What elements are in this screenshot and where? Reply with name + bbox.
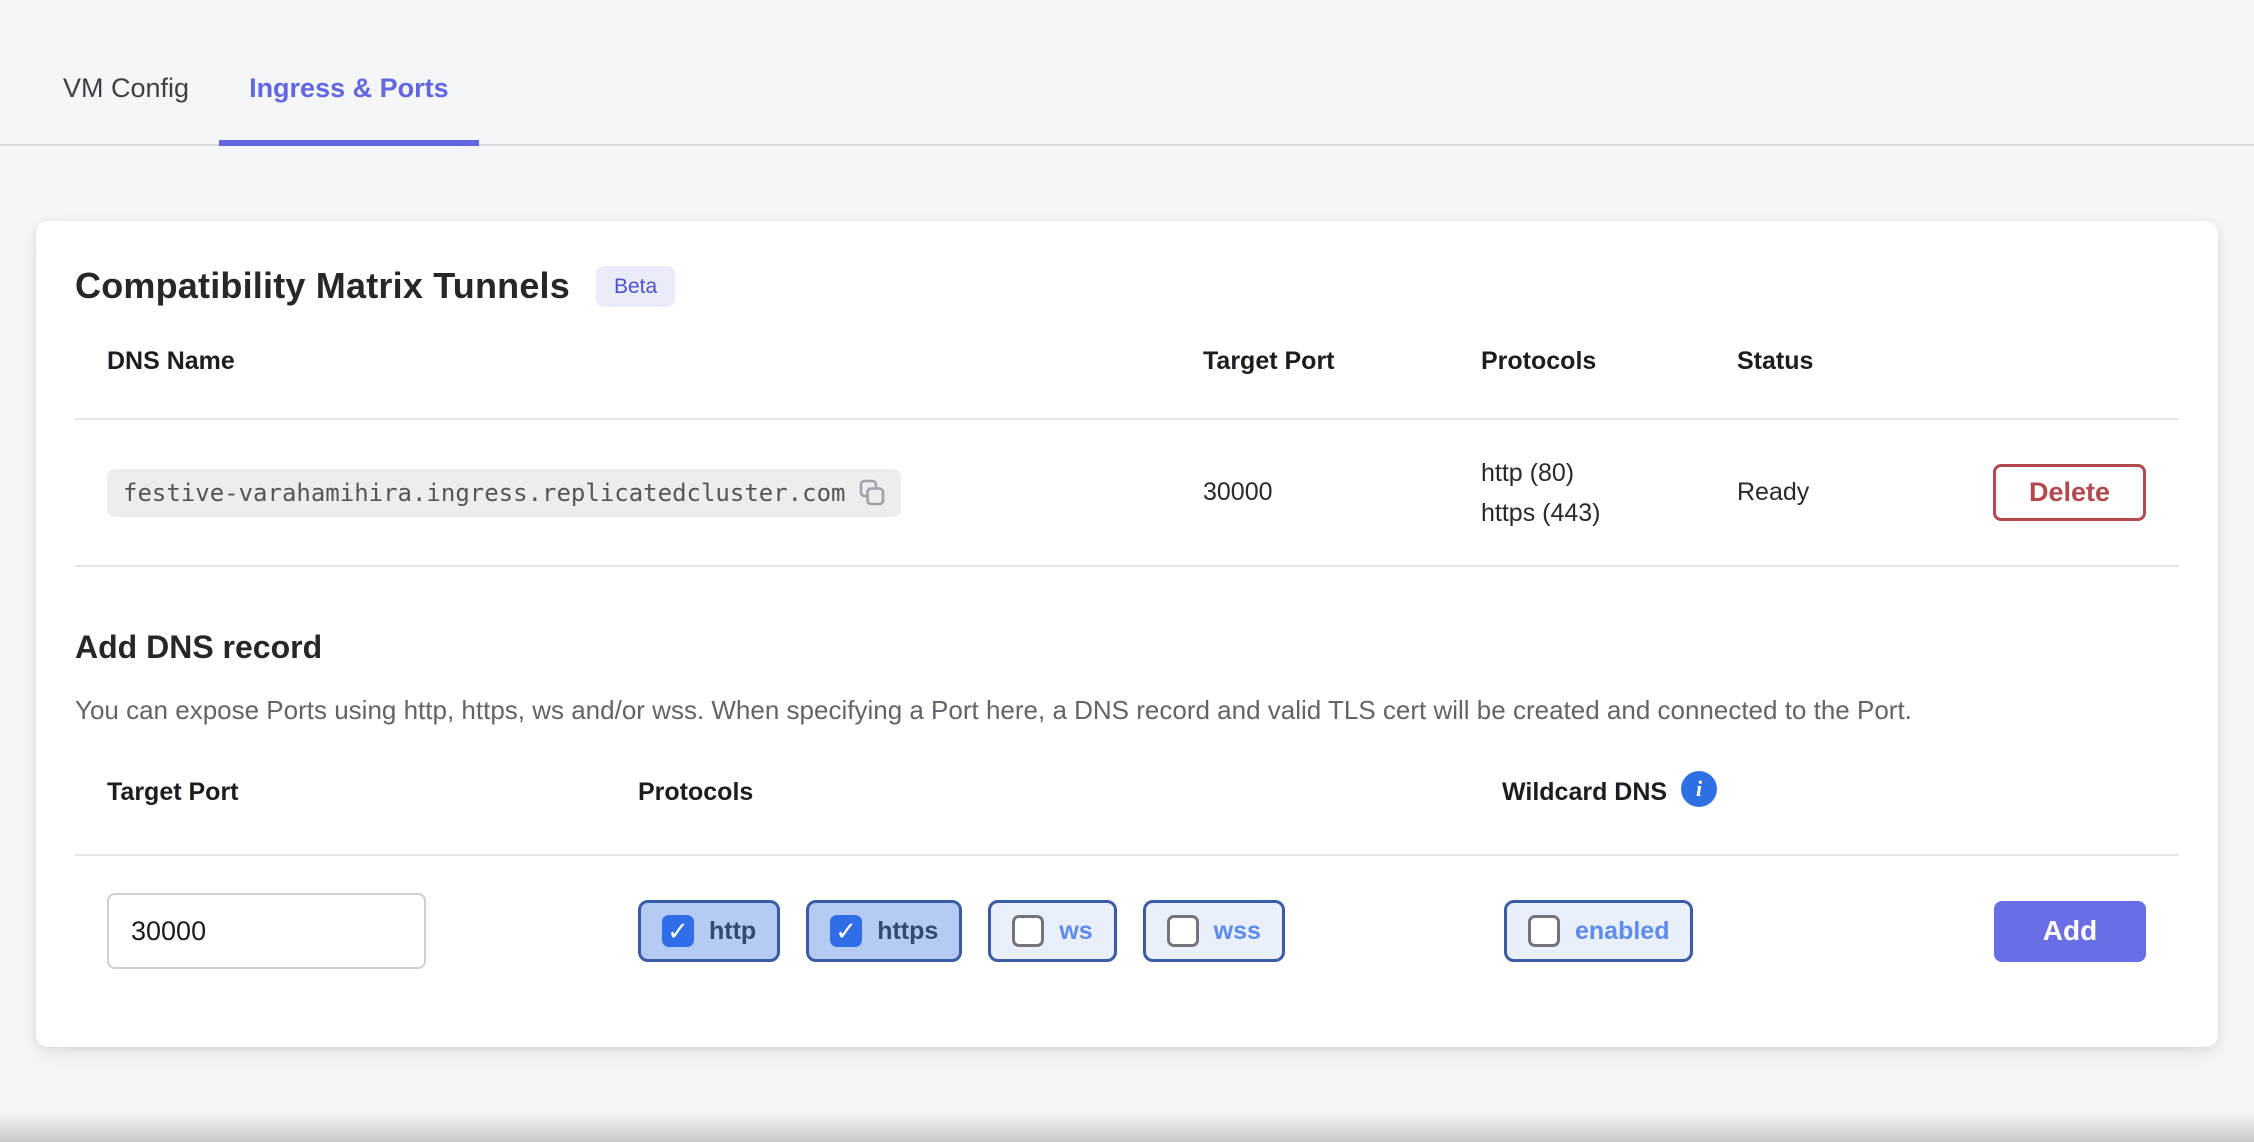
add-button[interactable]: Add <box>1994 901 2146 962</box>
form-label-protocols: Protocols <box>638 778 1502 807</box>
checkbox-unchecked-icon <box>1528 915 1560 947</box>
chip-label-ws: ws <box>1059 917 1092 946</box>
wildcard-dns-cell: enabled <box>1502 900 1994 962</box>
protocols-cell: http (80) https (443) <box>1481 453 1737 533</box>
col-header-target-port: Target Port <box>1203 347 1481 376</box>
wildcard-dns-text: Wildcard DNS <box>1502 778 1667 807</box>
tab-ingress-ports[interactable]: Ingress & Ports <box>219 73 479 144</box>
status-cell: Ready <box>1737 478 1977 507</box>
submit-cell: Add <box>1994 901 2179 962</box>
delete-button[interactable]: Delete <box>1993 464 2146 521</box>
form-label-target-port: Target Port <box>75 778 638 807</box>
compatibility-matrix-tunnels-card: Compatibility Matrix Tunnels Beta DNS Na… <box>36 221 2218 1047</box>
tab-vm-config[interactable]: VM Config <box>33 73 219 144</box>
dns-name-cell: festive-varahamihira.ingress.replicatedc… <box>75 469 1203 517</box>
checkbox-unchecked-icon <box>1012 915 1044 947</box>
protocol-checkboxes: ✓ http ✓ https ws wss <box>638 900 1502 962</box>
add-form-row: ✓ http ✓ https ws wss <box>75 856 2179 1006</box>
dns-name-value: festive-varahamihira.ingress.replicatedc… <box>123 479 845 507</box>
protocol-https: https (443) <box>1481 493 1737 533</box>
copy-icon[interactable] <box>857 478 887 508</box>
protocol-chip-http[interactable]: ✓ http <box>638 900 780 962</box>
col-header-dns-name: DNS Name <box>75 347 1203 376</box>
protocol-chip-https[interactable]: ✓ https <box>806 900 962 962</box>
add-form-header: Target Port Protocols Wildcard DNS i <box>75 778 2179 856</box>
card-title: Compatibility Matrix Tunnels <box>75 265 570 307</box>
chip-label-wss: wss <box>1214 917 1261 946</box>
chip-label-enabled: enabled <box>1575 917 1669 946</box>
tab-bar: VM Config Ingress & Ports <box>0 0 2254 146</box>
col-header-protocols: Protocols <box>1481 347 1737 376</box>
col-header-status: Status <box>1737 347 1977 376</box>
chip-label-https: https <box>877 917 938 946</box>
protocol-chip-ws[interactable]: ws <box>988 900 1116 962</box>
protocol-chip-wss[interactable]: wss <box>1143 900 1285 962</box>
beta-badge: Beta <box>596 266 675 307</box>
add-dns-record-title: Add DNS record <box>75 629 2179 666</box>
chip-label-http: http <box>709 917 756 946</box>
target-port-field-cell <box>75 893 638 969</box>
checkbox-checked-icon: ✓ <box>662 915 694 947</box>
checkbox-checked-icon: ✓ <box>830 915 862 947</box>
screenshot-bottom-edge <box>0 1112 2254 1142</box>
target-port-input[interactable] <box>107 893 426 969</box>
dns-name-pill: festive-varahamihira.ingress.replicatedc… <box>107 469 901 517</box>
table-row: festive-varahamihira.ingress.replicatedc… <box>75 420 2179 567</box>
add-dns-record-description: You can expose Ports using http, https, … <box>75 690 2145 730</box>
actions-cell: Delete <box>1977 464 2179 521</box>
target-port-cell: 30000 <box>1203 478 1481 507</box>
wildcard-enabled-chip[interactable]: enabled <box>1504 900 1693 962</box>
ingress-ports-page: VM Config Ingress & Ports Compatibility … <box>0 0 2254 1142</box>
info-icon[interactable]: i <box>1681 771 1717 807</box>
protocol-http: http (80) <box>1481 453 1737 493</box>
form-label-wildcard-dns: Wildcard DNS i <box>1502 778 2179 814</box>
checkbox-unchecked-icon <box>1167 915 1199 947</box>
tunnels-table-header: DNS Name Target Port Protocols Status <box>75 347 2179 420</box>
card-header: Compatibility Matrix Tunnels Beta <box>75 265 2179 307</box>
